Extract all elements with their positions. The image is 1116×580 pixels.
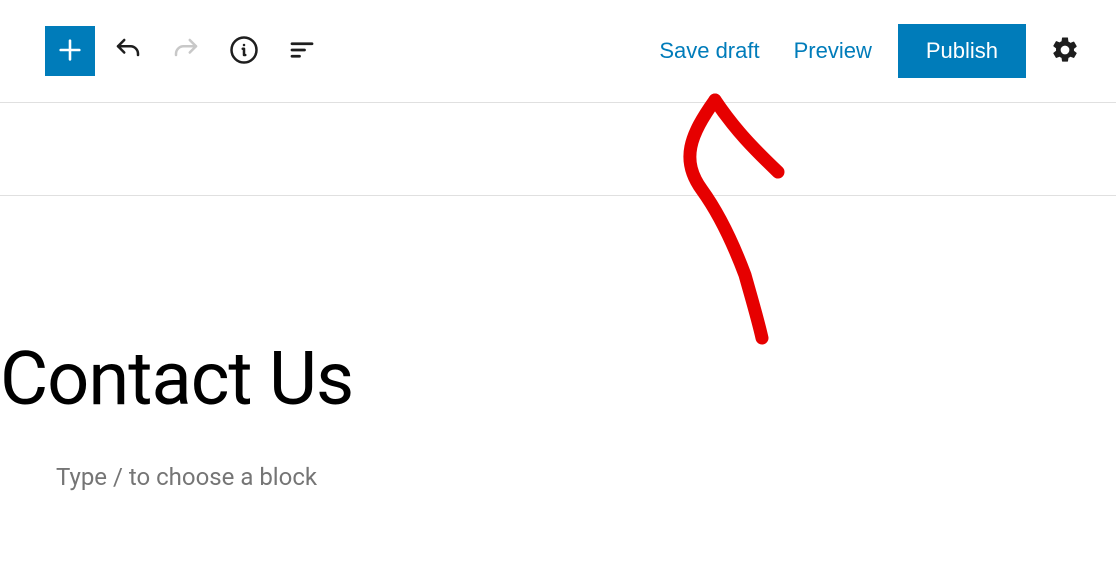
publish-button[interactable]: Publish [898,24,1026,78]
info-icon [229,35,259,68]
details-button[interactable] [219,26,269,76]
gear-icon [1050,35,1080,68]
outline-button[interactable] [277,26,327,76]
page-title-input[interactable]: Contact Us [0,336,1116,423]
editor-toolbar: Save draft Preview Publish [0,0,1116,102]
undo-button[interactable] [103,26,153,76]
settings-button[interactable] [1044,29,1086,74]
list-icon [287,35,317,68]
redo-button[interactable] [161,26,211,76]
add-block-button[interactable] [45,26,95,76]
preview-button[interactable]: Preview [786,32,880,70]
plus-icon [56,36,84,67]
editor-content: Contact Us Type / to choose a block [0,196,1116,491]
redo-icon [171,35,201,68]
save-draft-button[interactable]: Save draft [651,32,767,70]
toolbar-left-group [45,26,327,76]
block-placeholder[interactable]: Type / to choose a block [0,423,1116,491]
undo-icon [113,35,143,68]
toolbar-right-group: Save draft Preview Publish [651,24,1086,78]
spacer [0,103,1116,195]
